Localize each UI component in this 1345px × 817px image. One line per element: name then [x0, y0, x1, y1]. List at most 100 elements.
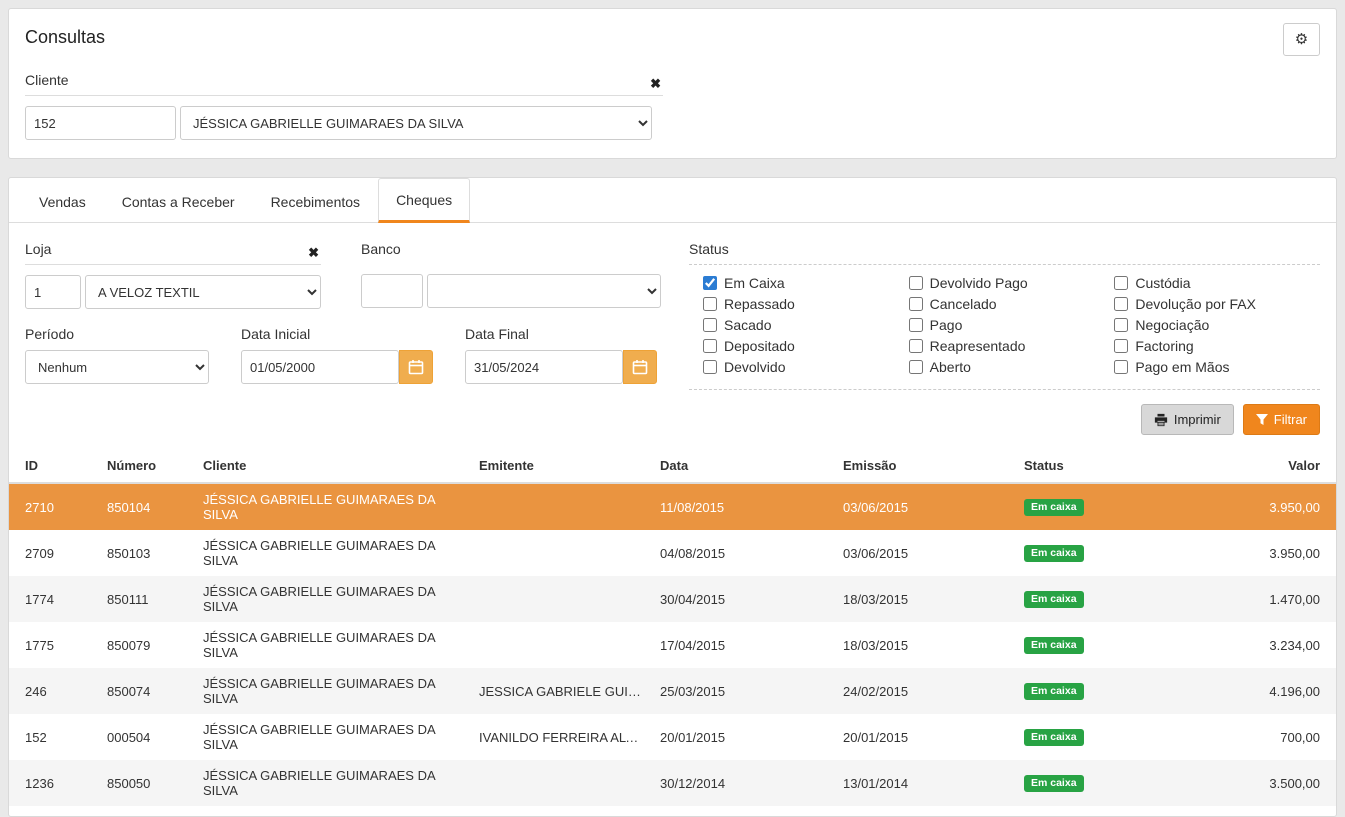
header-cliente: Cliente — [195, 449, 471, 483]
data-inicial-calendar-button[interactable] — [399, 350, 433, 384]
repassado-checkbox[interactable] — [703, 297, 717, 311]
loja-group-head: Loja ✖ — [25, 237, 321, 265]
filtrar-label: Filtrar — [1274, 412, 1307, 427]
table-row-selected[interactable]: 2710 850104 JÉSSICA GABRIELLE GUIMARAES … — [9, 483, 1336, 530]
table-row[interactable]: 246 850074 JÉSSICA GABRIELLE GUIMARAES D… — [9, 668, 1336, 714]
loja-clear-button[interactable]: ✖ — [308, 245, 319, 261]
pago-checkbox[interactable] — [909, 318, 923, 332]
status-checkbox-aberto[interactable]: Aberto — [909, 359, 1115, 375]
banco-code-input[interactable] — [361, 274, 423, 308]
cell-id: 246 — [9, 668, 99, 714]
status-checkbox-depositado[interactable]: Depositado — [703, 338, 909, 354]
tab-bar: Vendas Contas a Receber Recebimentos Che… — [9, 178, 1336, 223]
cancelado-checkbox[interactable] — [909, 297, 923, 311]
cell-emissao: 24/02/2015 — [835, 668, 1016, 714]
status-label: Status — [689, 241, 729, 257]
table-row[interactable]: 2709 850103 JÉSSICA GABRIELLE GUIMARAES … — [9, 530, 1336, 576]
settings-button[interactable]: ⚙ — [1283, 23, 1320, 56]
banco-group-head: Banco — [361, 237, 661, 264]
factoring-checkbox[interactable] — [1114, 339, 1128, 353]
status-checkbox-devolvido[interactable]: Devolvido — [703, 359, 909, 375]
consultas-card: Consultas ⚙ Cliente ✖ JÉSSICA GABRIELLE … — [8, 8, 1337, 159]
loja-select[interactable]: A VELOZ TEXTIL — [85, 275, 321, 309]
table-row[interactable]: 1236 850050 JÉSSICA GABRIELLE GUIMARAES … — [9, 760, 1336, 806]
cell-status: Em caixa — [1016, 576, 1166, 622]
status-checkbox-pago[interactable]: Pago — [909, 317, 1115, 333]
sacado-checkbox[interactable] — [703, 318, 717, 332]
periodo-select[interactable]: Nenhum — [25, 350, 209, 384]
data-final-input-group — [465, 350, 657, 384]
filter-row-2: Período Nenhum Data Inicial Data — [25, 322, 669, 384]
table-row[interactable]: 152 000504 JÉSSICA GABRIELLE GUIMARAES D… — [9, 714, 1336, 760]
status-checkbox-reapresentado[interactable]: Reapresentado — [909, 338, 1115, 354]
cell-status: Em caixa — [1016, 760, 1166, 806]
page-title: Consultas — [25, 23, 105, 48]
devolucao-por-fax-checkbox[interactable] — [1114, 297, 1128, 311]
table-body: 2710 850104 JÉSSICA GABRIELLE GUIMARAES … — [9, 483, 1336, 806]
cell-status: Em caixa — [1016, 714, 1166, 760]
status-badge: Em caixa — [1024, 729, 1084, 747]
cell-data: 30/04/2015 — [652, 576, 835, 622]
cell-emissao: 18/03/2015 — [835, 576, 1016, 622]
banco-label: Banco — [361, 241, 401, 257]
cliente-select[interactable]: JÉSSICA GABRIELLE GUIMARAES DA SILVA — [180, 106, 652, 140]
table-row[interactable]: 1774 850111 JÉSSICA GABRIELLE GUIMARAES … — [9, 576, 1336, 622]
aberto-checkbox[interactable] — [909, 360, 923, 374]
data-final-calendar-button[interactable] — [623, 350, 657, 384]
data-inicial-group: Data Inicial — [241, 322, 433, 384]
card-header: Consultas ⚙ — [25, 23, 1320, 56]
checkbox-label: Cancelado — [930, 296, 997, 312]
cell-emissao: 03/06/2015 — [835, 483, 1016, 530]
tab-contas-a-receber[interactable]: Contas a Receber — [104, 178, 253, 223]
status-checkbox-devolvido-pago[interactable]: Devolvido Pago — [909, 275, 1115, 291]
status-checkbox-negociacao[interactable]: Negociação — [1114, 317, 1320, 333]
status-checkbox-em-caixa[interactable]: Em Caixa — [703, 275, 909, 291]
negociacao-checkbox[interactable] — [1114, 318, 1128, 332]
table-row[interactable]: 1775 850079 JÉSSICA GABRIELLE GUIMARAES … — [9, 622, 1336, 668]
status-checkbox-repassado[interactable]: Repassado — [703, 296, 909, 312]
pago-em-maos-checkbox[interactable] — [1114, 360, 1128, 374]
status-checkbox-factoring[interactable]: Factoring — [1114, 338, 1320, 354]
status-checkbox-cancelado[interactable]: Cancelado — [909, 296, 1115, 312]
imprimir-button[interactable]: Imprimir — [1141, 404, 1234, 435]
cliente-clear-button[interactable]: ✖ — [650, 76, 661, 92]
checkbox-label: Negociação — [1135, 317, 1209, 333]
cell-id: 1775 — [9, 622, 99, 668]
cell-emissao: 13/01/2014 — [835, 760, 1016, 806]
em-caixa-checkbox[interactable] — [703, 276, 717, 290]
status-checkbox-sacado[interactable]: Sacado — [703, 317, 909, 333]
data-final-group: Data Final — [465, 322, 657, 384]
cell-emissao: 03/06/2015 — [835, 530, 1016, 576]
cell-numero: 850050 — [99, 760, 195, 806]
cell-numero: 000504 — [99, 714, 195, 760]
custodia-checkbox[interactable] — [1114, 276, 1128, 290]
calendar-icon — [408, 359, 424, 375]
reapresentado-checkbox[interactable] — [909, 339, 923, 353]
filtrar-button[interactable]: Filtrar — [1243, 404, 1320, 435]
status-badge: Em caixa — [1024, 775, 1084, 793]
tab-vendas[interactable]: Vendas — [21, 178, 104, 223]
devolvido-pago-checkbox[interactable] — [909, 276, 923, 290]
status-checkbox-devolucao-por-fax[interactable]: Devolução por FAX — [1114, 296, 1320, 312]
status-checkbox-pago-em-maos[interactable]: Pago em Mãos — [1114, 359, 1320, 375]
depositado-checkbox[interactable] — [703, 339, 717, 353]
devolvido-checkbox[interactable] — [703, 360, 717, 374]
tab-recebimentos[interactable]: Recebimentos — [253, 178, 379, 223]
tab-cheques[interactable]: Cheques — [378, 178, 470, 223]
cell-emitente — [471, 622, 652, 668]
banco-select[interactable] — [427, 274, 661, 308]
cell-cliente: JÉSSICA GABRIELLE GUIMARAES DA SILVA — [195, 576, 471, 622]
loja-code-input[interactable] — [25, 275, 81, 309]
header-data: Data — [652, 449, 835, 483]
status-badge: Em caixa — [1024, 591, 1084, 609]
cliente-code-input[interactable] — [25, 106, 176, 140]
cliente-inputs: JÉSSICA GABRIELLE GUIMARAES DA SILVA — [25, 106, 663, 140]
cheques-table: ID Número Cliente Emitente Data Emissão … — [9, 449, 1336, 806]
cell-data: 04/08/2015 — [652, 530, 835, 576]
cell-cliente: JÉSSICA GABRIELLE GUIMARAES DA SILVA — [195, 530, 471, 576]
cell-valor: 700,00 — [1166, 714, 1336, 760]
status-checkbox-custodia[interactable]: Custódia — [1114, 275, 1320, 291]
filters: Loja ✖ A VELOZ TEXTIL Banco — [9, 223, 1336, 394]
cliente-label: Cliente — [25, 72, 69, 88]
cell-emitente — [471, 576, 652, 622]
